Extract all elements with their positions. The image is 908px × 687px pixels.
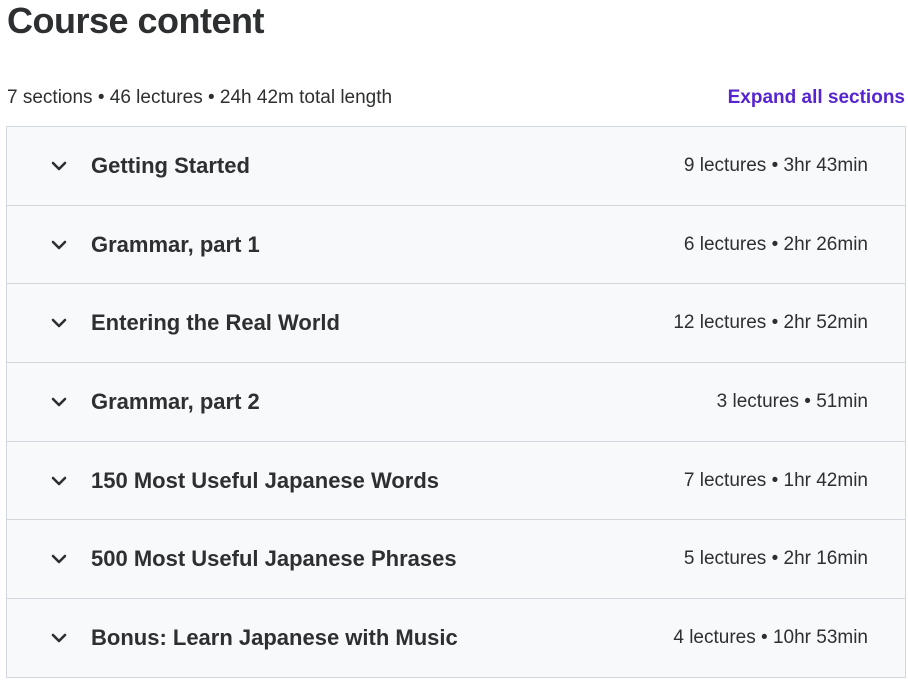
section-meta: 3 lectures • 51min (716, 390, 868, 412)
section-row[interactable]: Bonus: Learn Japanese with Music 4 lectu… (7, 599, 905, 678)
section-title: Bonus: Learn Japanese with Music (91, 624, 458, 650)
section-title: Grammar, part 1 (91, 231, 260, 257)
chevron-down-icon (49, 313, 69, 333)
section-row[interactable]: Getting Started 9 lectures • 3hr 43min (7, 127, 905, 206)
section-row[interactable]: 150 Most Useful Japanese Words 7 lecture… (7, 442, 905, 521)
chevron-down-icon (49, 471, 69, 491)
section-meta: 7 lectures • 1hr 42min (683, 469, 868, 491)
section-title: 150 Most Useful Japanese Words (91, 467, 440, 493)
section-title: Getting Started (91, 152, 250, 178)
chevron-down-icon (49, 549, 69, 569)
section-meta: 9 lectures • 3hr 43min (683, 154, 868, 176)
chevron-down-icon (49, 392, 69, 412)
section-row[interactable]: Grammar, part 2 3 lectures • 51min (7, 363, 905, 442)
chevron-down-icon (49, 628, 69, 648)
chevron-down-icon (49, 156, 69, 176)
section-meta: 4 lectures • 10hr 53min (673, 626, 868, 648)
chevron-down-icon (49, 235, 69, 255)
section-row[interactable]: 500 Most Useful Japanese Phrases 5 lectu… (7, 520, 905, 600)
section-title: Entering the Real World (91, 310, 340, 336)
section-row[interactable]: Entering the Real World 12 lectures • 2h… (7, 284, 905, 364)
section-meta: 12 lectures • 2hr 52min (673, 312, 868, 334)
course-summary-bar: 7 sections • 46 lectures • 24h 42m total… (7, 84, 906, 112)
course-summary-text: 7 sections • 46 lectures • 24h 42m total… (7, 87, 393, 108)
page-title: Course content (7, 0, 265, 41)
section-title: 500 Most Useful Japanese Phrases (91, 546, 457, 572)
section-meta: 5 lectures • 2hr 16min (683, 548, 868, 570)
section-row[interactable]: Grammar, part 1 6 lectures • 2hr 26min (7, 206, 905, 285)
expand-all-sections-button[interactable]: Expand all sections (728, 87, 906, 109)
course-content-panel: Course content 7 sections • 46 lectures … (0, 0, 908, 687)
section-meta: 6 lectures • 2hr 26min (683, 233, 868, 255)
section-list: Getting Started 9 lectures • 3hr 43min G… (6, 126, 906, 678)
section-title: Grammar, part 2 (91, 388, 260, 414)
